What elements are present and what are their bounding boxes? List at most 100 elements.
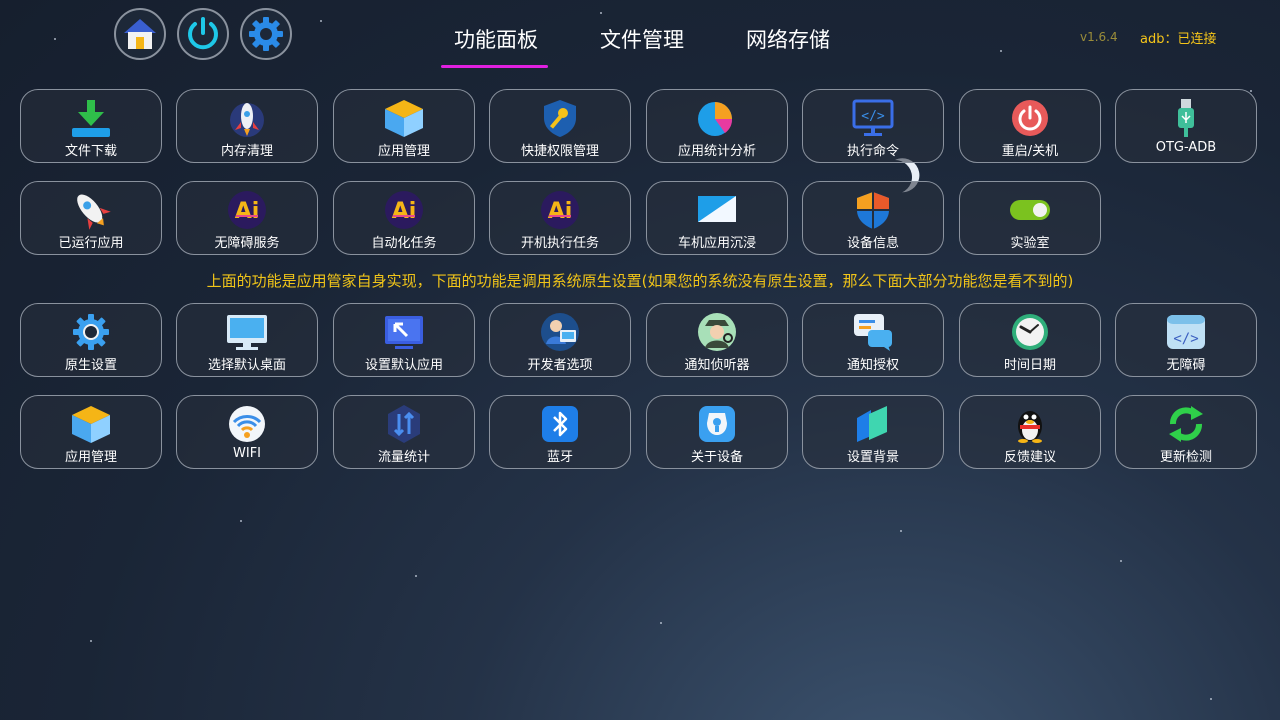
tile-clock[interactable]: 时间日期	[959, 303, 1101, 377]
tile-download[interactable]: 文件下载	[20, 89, 162, 163]
tile-ai[interactable]: Ai 自动化任务	[333, 181, 475, 255]
usb-icon	[1165, 98, 1207, 138]
tile-label: 通知侦听器	[684, 358, 750, 373]
tile-ai[interactable]: Ai 开机执行任务	[489, 181, 631, 255]
settings-button[interactable]	[240, 8, 292, 60]
tile-qq-penguin[interactable]: 反馈建议	[959, 395, 1101, 469]
settings-gear-icon	[249, 17, 283, 51]
tile-label: 文件下载	[64, 144, 117, 159]
tile-ai[interactable]: Ai 无障碍服务	[176, 181, 318, 255]
tile-pie-chart[interactable]: 应用统计分析	[646, 89, 788, 163]
tab-network-storage[interactable]: 网络存储	[746, 24, 830, 54]
tile-desktop-monitor[interactable]: 选择默认桌面	[176, 303, 318, 377]
tile-label: 应用管理	[64, 450, 117, 465]
cube-icon	[70, 404, 112, 444]
tile-label: 应用管理	[377, 144, 430, 159]
tile-label: WIFI	[233, 446, 261, 461]
tile-cube[interactable]: 应用管理	[20, 395, 162, 469]
cube-icon	[383, 98, 425, 138]
tile-label: 原生设置	[64, 358, 117, 373]
version-label: v1.6.4	[1080, 30, 1118, 44]
tile-developer[interactable]: 开发者选项	[489, 303, 631, 377]
tile-windows-shield[interactable]: 设备信息	[802, 181, 944, 255]
tab-file-manager[interactable]: 文件管理	[600, 24, 684, 54]
tile-label: 无障碍服务	[214, 236, 280, 251]
tile-label: 开发者选项	[527, 358, 593, 373]
tile-rocket[interactable]: 已运行应用	[20, 181, 162, 255]
tile-label: 设置默认应用	[364, 358, 443, 373]
svg-text:Ai: Ai	[235, 199, 260, 224]
toggle-icon	[1009, 190, 1051, 230]
power-icon	[1009, 98, 1051, 138]
tile-label: 开机执行任务	[520, 236, 599, 251]
tile-screen[interactable]: 车机应用沉浸	[646, 181, 788, 255]
svg-text:Ai: Ai	[548, 199, 573, 224]
ai-icon: Ai	[539, 190, 581, 230]
windows-shield-icon	[852, 190, 894, 230]
tile-label: 应用统计分析	[677, 144, 756, 159]
power-icon	[188, 17, 218, 50]
tile-label: 快捷权限管理	[520, 144, 599, 159]
desktop-monitor-icon	[226, 312, 268, 352]
tile-traffic[interactable]: 流量统计	[333, 395, 475, 469]
tile-about-device[interactable]: 关于设备	[646, 395, 788, 469]
tile-label: 反馈建议	[1003, 450, 1056, 465]
tile-code-window[interactable]: </> 无障碍	[1115, 303, 1257, 377]
tile-label: 已运行应用	[58, 236, 124, 251]
power-button[interactable]	[177, 8, 229, 60]
tile-label: 设备信息	[846, 236, 899, 251]
bluetooth-icon	[539, 404, 581, 444]
detective-icon	[696, 312, 738, 352]
tile-rocket-clean[interactable]: 内存清理	[176, 89, 318, 163]
tile-label: 实验室	[1010, 236, 1050, 251]
tile-background[interactable]: 设置背景	[802, 395, 944, 469]
ai-icon: Ai	[383, 190, 425, 230]
code-window-icon: </>	[1165, 312, 1207, 352]
tile-label: 内存清理	[220, 144, 273, 159]
tile-code-monitor[interactable]: </> 执行命令	[802, 89, 944, 163]
svg-text:Ai: Ai	[392, 199, 417, 224]
tile-power[interactable]: 重启/关机	[959, 89, 1101, 163]
tile-label: 设置背景	[846, 450, 899, 465]
tile-label: 蓝牙	[546, 450, 573, 465]
tile-wifi[interactable]: WIFI	[176, 395, 318, 469]
qq-penguin-icon	[1009, 404, 1051, 444]
tile-gear[interactable]: 原生设置	[20, 303, 162, 377]
wifi-icon	[226, 404, 268, 444]
tile-toggle[interactable]: 实验室	[959, 181, 1101, 255]
background-icon	[852, 404, 894, 444]
arrow-monitor-icon	[383, 312, 425, 352]
developer-icon	[539, 312, 581, 352]
svg-text:</>: </>	[1173, 331, 1198, 347]
notice-text: 上面的功能是应用管家自身实现，下面的功能是调用系统原生设置(如果您的系统没有原生…	[206, 272, 1074, 290]
tile-bluetooth[interactable]: 蓝牙	[489, 395, 631, 469]
tile-label: 关于设备	[690, 450, 743, 465]
home-icon	[124, 19, 156, 49]
screen-icon	[696, 190, 738, 230]
chat-bubble-icon	[852, 312, 894, 352]
about-device-icon	[696, 404, 738, 444]
tile-usb[interactable]: OTG-ADB	[1115, 89, 1257, 163]
rocket-icon	[70, 190, 112, 230]
code-monitor-icon: </>	[852, 98, 894, 138]
tile-cube[interactable]: 应用管理	[333, 89, 475, 163]
tile-label: 自动化任务	[371, 236, 437, 251]
home-button[interactable]	[114, 8, 166, 60]
tile-chat-bubble[interactable]: 通知授权	[802, 303, 944, 377]
tile-label: 无障碍	[1166, 358, 1206, 373]
svg-text:</>: </>	[861, 109, 885, 124]
tile-label: 更新检测	[1159, 450, 1212, 465]
tile-shield-key[interactable]: 快捷权限管理	[489, 89, 631, 163]
tab-function-panel[interactable]: 功能面板	[454, 24, 538, 54]
tile-detective[interactable]: 通知侦听器	[646, 303, 788, 377]
traffic-icon	[383, 404, 425, 444]
shield-key-icon	[539, 98, 581, 138]
tile-label: 重启/关机	[1001, 144, 1059, 159]
adb-status: adb：已连接	[1140, 32, 1217, 47]
rocket-clean-icon	[226, 98, 268, 138]
tile-arrow-monitor[interactable]: 设置默认应用	[333, 303, 475, 377]
tile-refresh[interactable]: 更新检测	[1115, 395, 1257, 469]
refresh-icon	[1165, 404, 1207, 444]
tile-label: 时间日期	[1003, 358, 1056, 373]
active-tab-indicator	[441, 65, 548, 68]
